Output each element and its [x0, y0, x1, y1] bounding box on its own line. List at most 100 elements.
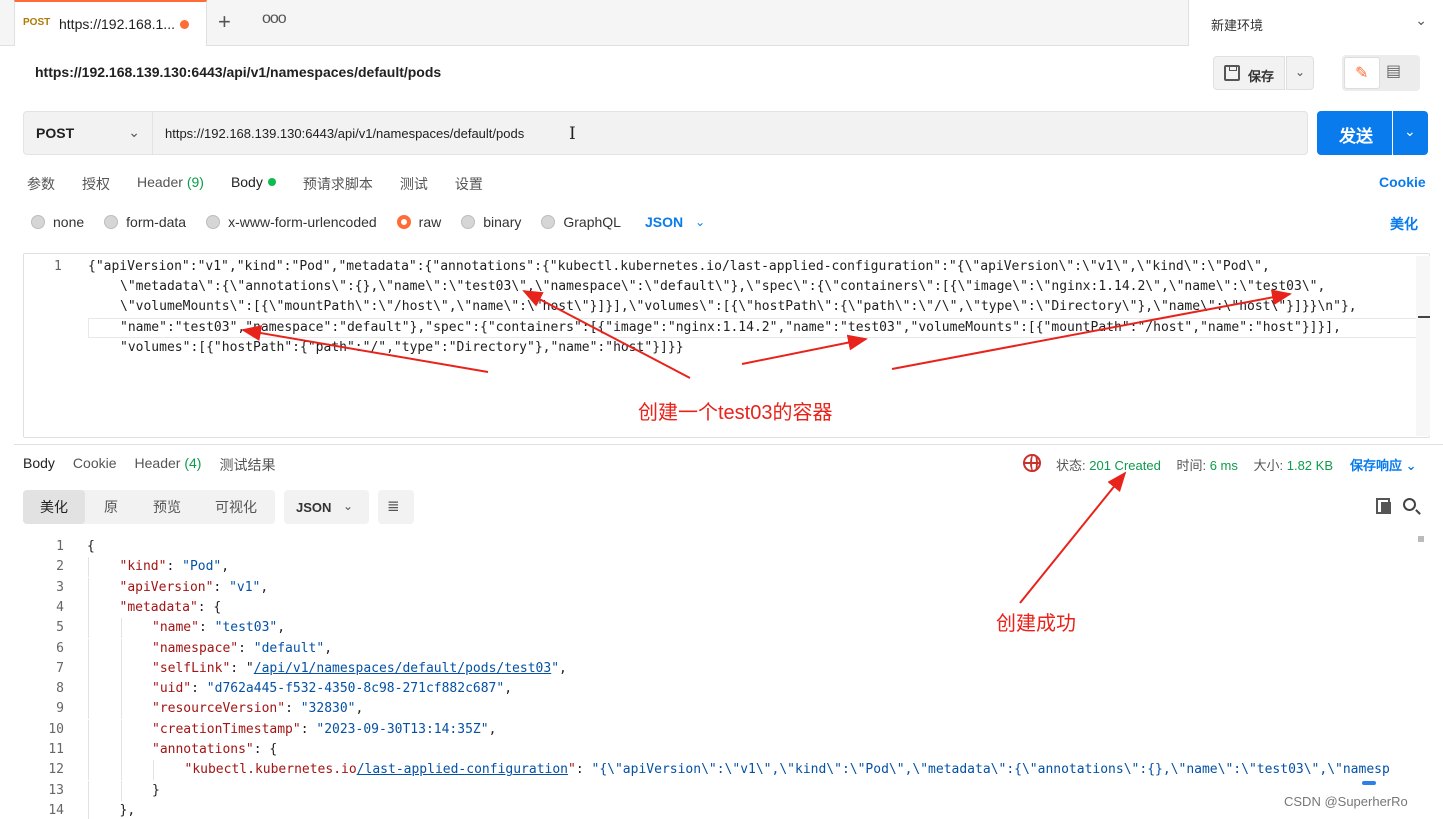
json-string: ": [551, 660, 560, 676]
json-key: "selfLink": [152, 660, 231, 676]
request-tab[interactable]: POST https://192.168.1...: [14, 0, 207, 46]
indent-guide: [120, 679, 122, 700]
code-text: "metadata": {: [120, 598, 222, 618]
json-link[interactable]: /api/v1/namespaces/default/pods/test03: [254, 661, 551, 676]
cookies-link[interactable]: Cookie: [1379, 174, 1426, 190]
radio-urlencoded[interactable]: x-www-form-urlencoded: [206, 214, 377, 230]
line-number: 13: [48, 782, 64, 798]
radio-binary[interactable]: binary: [461, 214, 521, 230]
editor-scrollbar[interactable]: [1416, 256, 1430, 436]
json-key: "annotations": [152, 742, 254, 757]
json-link[interactable]: /last-applied-configuration: [357, 762, 568, 777]
radio-label: binary: [483, 214, 522, 230]
body-format-select[interactable]: JSON: [645, 214, 683, 230]
save-response-button[interactable]: 保存响应 ⌄: [1350, 455, 1417, 474]
save-label: 保存: [1248, 69, 1275, 84]
radio-label: GraphQL: [563, 214, 621, 230]
comment-icon[interactable]: ▤: [1386, 61, 1401, 81]
json-string: "v1": [229, 579, 261, 595]
environment-selector[interactable]: 新建环境 ⌄: [1188, 0, 1443, 46]
resp-tab-body[interactable]: Body: [23, 455, 55, 475]
tab-tests[interactable]: 测试: [400, 174, 428, 194]
resp-tab-headers[interactable]: Header (4): [135, 455, 202, 475]
tab-params[interactable]: 参数: [27, 174, 55, 194]
json-punct: :: [166, 559, 183, 575]
chevron-down-icon[interactable]: ⌄: [695, 215, 705, 229]
response-scrollbar[interactable]: [1418, 536, 1424, 542]
annotation-create-success: 创建成功: [996, 613, 1076, 635]
json-string: "{\"apiVersion\":\"v1\",\"kind\":\"Pod\"…: [591, 762, 1390, 778]
line-number: 8: [56, 681, 64, 697]
tab-title: https://192.168.1...: [59, 16, 175, 32]
code-text: "name": "test03",: [152, 618, 285, 638]
size-value[interactable]: 1.82 KB: [1287, 458, 1333, 473]
indent-guide: [120, 740, 122, 760]
resp-tab-cookies[interactable]: Cookie: [73, 455, 117, 475]
body-type-radios: none form-data x-www-form-urlencoded raw…: [31, 214, 705, 230]
request-title[interactable]: https://192.168.139.130:6443/api/v1/name…: [35, 64, 441, 80]
status-value[interactable]: 201 Created: [1089, 458, 1161, 473]
send-dropdown-button[interactable]: ⌄: [1393, 111, 1428, 155]
wrap-lines-button[interactable]: ≣: [378, 490, 414, 524]
send-button[interactable]: 发送: [1317, 111, 1392, 155]
code-line: 14},: [0, 800, 1430, 819]
url-input[interactable]: https://192.168.139.130:6443/api/v1/name…: [153, 111, 1308, 155]
indent-guide: [88, 557, 89, 578]
save-button[interactable]: 保存: [1213, 56, 1285, 90]
code-text: "namespace": "default",: [152, 639, 332, 659]
code-line: \"metadata\":{\"annotations\":{},\"name\…: [120, 279, 1326, 294]
globe-icon[interactable]: [1023, 454, 1041, 472]
line-number: 4: [56, 599, 64, 615]
radio-form-data[interactable]: form-data: [104, 214, 186, 230]
pane-divider[interactable]: [14, 444, 1443, 445]
code-line: 9 "resourceVersion": "32830",: [0, 699, 1430, 720]
edit-button[interactable]: ✎: [1344, 57, 1380, 89]
more-tabs-icon[interactable]: ooo: [262, 10, 287, 28]
tab-label: Header: [137, 174, 183, 190]
resp-tab-test-results[interactable]: 测试结果: [219, 455, 275, 475]
json-punct: : ": [230, 660, 254, 676]
beautify-link[interactable]: 美化: [1390, 214, 1418, 234]
json-punct: ,: [324, 640, 333, 656]
response-format-select[interactable]: JSON ⌄: [284, 490, 369, 524]
radio-raw[interactable]: raw: [396, 214, 441, 230]
json-string: "Pod": [182, 559, 222, 575]
line-number: 2: [56, 559, 64, 575]
json-key: "namespace": [152, 640, 239, 656]
json-punct: : {: [197, 599, 222, 615]
view-pretty-button[interactable]: 美化: [23, 490, 85, 524]
json-punct: : {: [253, 742, 278, 757]
tab-auth[interactable]: 授权: [82, 174, 110, 194]
search-icon[interactable]: [1403, 498, 1416, 511]
new-tab-button[interactable]: +: [218, 8, 231, 36]
unsaved-dot-icon[interactable]: [180, 20, 189, 29]
tab-body[interactable]: Body: [231, 174, 276, 194]
code-line: 13}: [0, 780, 1430, 801]
line-number: 11: [48, 742, 64, 757]
chevron-down-icon: ⌄: [1295, 65, 1306, 79]
method-select[interactable]: POST ⌄: [23, 111, 153, 155]
annotation-create-container: 创建一个test03的容器: [638, 402, 833, 424]
time-value[interactable]: 6 ms: [1210, 458, 1238, 473]
code-text: },: [120, 801, 136, 819]
code-text: "selfLink": "/api/v1/namespaces/default/…: [152, 659, 567, 679]
json-punct: ,: [504, 681, 513, 697]
code-line: 12 "kubectl.kubernetes.io/last-applied-co…: [0, 760, 1430, 781]
horizontal-scrollbar[interactable]: [1362, 781, 1376, 785]
indent-guide: [88, 800, 89, 819]
json-key: "resourceVersion": [152, 701, 286, 717]
save-dropdown-button[interactable]: ⌄: [1286, 56, 1314, 90]
radio-graphql[interactable]: GraphQL: [541, 214, 621, 230]
copy-icon[interactable]: [1376, 498, 1391, 514]
tab-headers[interactable]: Header (9): [137, 174, 204, 194]
radio-label: x-www-form-urlencoded: [228, 214, 377, 230]
view-preview-button[interactable]: 预览: [139, 490, 195, 524]
indent-guide: [88, 699, 89, 720]
tab-settings[interactable]: 设置: [455, 174, 483, 194]
tab-pre-request-script[interactable]: 预请求脚本: [303, 174, 373, 194]
radio-none[interactable]: none: [31, 214, 84, 230]
code-line: 11 "annotations": {: [0, 740, 1430, 760]
view-visualize-button[interactable]: 可视化: [203, 490, 269, 524]
view-raw-button[interactable]: 原: [89, 490, 133, 524]
json-punct: },: [119, 802, 136, 818]
